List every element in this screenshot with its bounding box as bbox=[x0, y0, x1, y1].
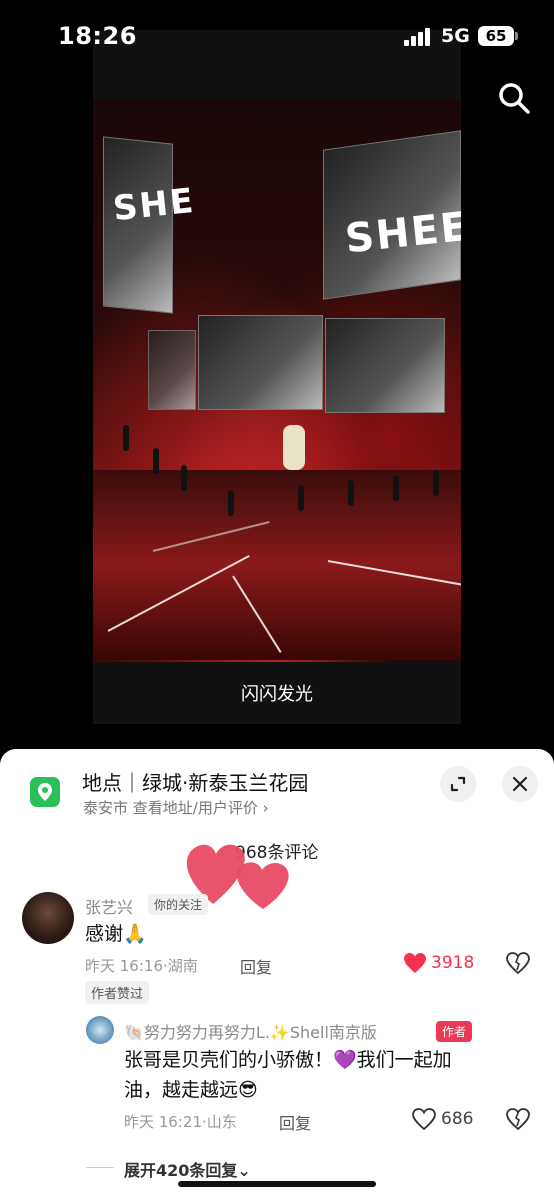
dislike-icon[interactable] bbox=[506, 952, 530, 974]
led-screen-far-left bbox=[148, 330, 196, 410]
dancer bbox=[228, 490, 234, 516]
author-liked-badge: 作者赞过 bbox=[85, 981, 150, 1004]
heart-filled-icon[interactable] bbox=[403, 952, 427, 974]
status-bar: 18:26 5G 65 bbox=[0, 0, 554, 70]
network-type: 5G bbox=[441, 25, 470, 47]
like-count: 3918 bbox=[431, 953, 475, 973]
battery-indicator: 65 bbox=[478, 26, 518, 46]
led-screen-center-left bbox=[198, 315, 323, 410]
screen: SHE SHEE 闪闪发光 18:26 5G 65 地点｜绿城·新泰玉兰花园 泰… bbox=[0, 0, 554, 1200]
search-button[interactable] bbox=[496, 80, 536, 120]
reply-meta: 昨天 16:21·山东 bbox=[124, 1113, 237, 1131]
location-pin-icon bbox=[30, 777, 60, 807]
expand-icon bbox=[450, 776, 466, 792]
led-text-left: SHE bbox=[111, 180, 198, 230]
dancer bbox=[298, 485, 304, 511]
dancer bbox=[433, 470, 439, 496]
status-time: 18:26 bbox=[58, 22, 137, 50]
following-badge: 你的关注 bbox=[148, 894, 209, 915]
divider bbox=[86, 1167, 114, 1168]
video-player[interactable]: SHE SHEE 闪闪发光 bbox=[93, 30, 461, 724]
avatar[interactable] bbox=[86, 1016, 114, 1044]
dancer bbox=[123, 425, 129, 451]
reply-username[interactable]: 🐚努力努力再努力L.✨Shell南京版 bbox=[124, 1019, 377, 1043]
close-button[interactable] bbox=[502, 766, 538, 802]
search-icon bbox=[499, 83, 530, 114]
reply-text-line1: 张哥是贝壳们的小骄傲！💜我们一起加 bbox=[124, 1049, 452, 1071]
close-icon bbox=[512, 776, 528, 792]
signal-icon bbox=[404, 28, 432, 46]
expand-button[interactable] bbox=[440, 766, 476, 802]
video-caption: 闪闪发光 bbox=[241, 684, 313, 705]
dancer bbox=[153, 448, 159, 474]
stage-floor bbox=[93, 470, 461, 660]
author-tag: 作者 bbox=[436, 1021, 473, 1042]
comment-sheet: 地点｜绿城·新泰玉兰花园 泰安市 查看地址/用户评价 › 968条评论 张艺兴 … bbox=[0, 749, 554, 1200]
dislike-icon[interactable] bbox=[506, 1108, 530, 1130]
performer bbox=[283, 425, 305, 470]
location-title[interactable]: 地点｜绿城·新泰玉兰花园 bbox=[82, 767, 308, 796]
video-frame[interactable]: SHE SHEE bbox=[93, 100, 461, 662]
reply-button[interactable]: 回复 bbox=[279, 1110, 311, 1134]
avatar[interactable] bbox=[22, 892, 74, 944]
like-count: 686 bbox=[441, 1109, 474, 1129]
led-screen-center-right bbox=[325, 318, 445, 413]
heart-outline-icon[interactable] bbox=[412, 1108, 436, 1130]
comment-username[interactable]: 张艺兴 bbox=[85, 894, 133, 918]
dancer bbox=[393, 475, 399, 501]
reply-text-line2: 油，越走越远😎 bbox=[124, 1079, 258, 1101]
dancer bbox=[181, 465, 187, 491]
home-indicator[interactable] bbox=[178, 1181, 376, 1187]
comment-text: 感谢🙏 bbox=[85, 923, 147, 945]
expand-replies-button[interactable]: 展开420条回复⌄ bbox=[124, 1157, 251, 1181]
reply-button[interactable]: 回复 bbox=[240, 954, 272, 978]
comment-meta: 昨天 16:16·湖南 bbox=[85, 957, 198, 975]
dancer bbox=[348, 480, 354, 506]
